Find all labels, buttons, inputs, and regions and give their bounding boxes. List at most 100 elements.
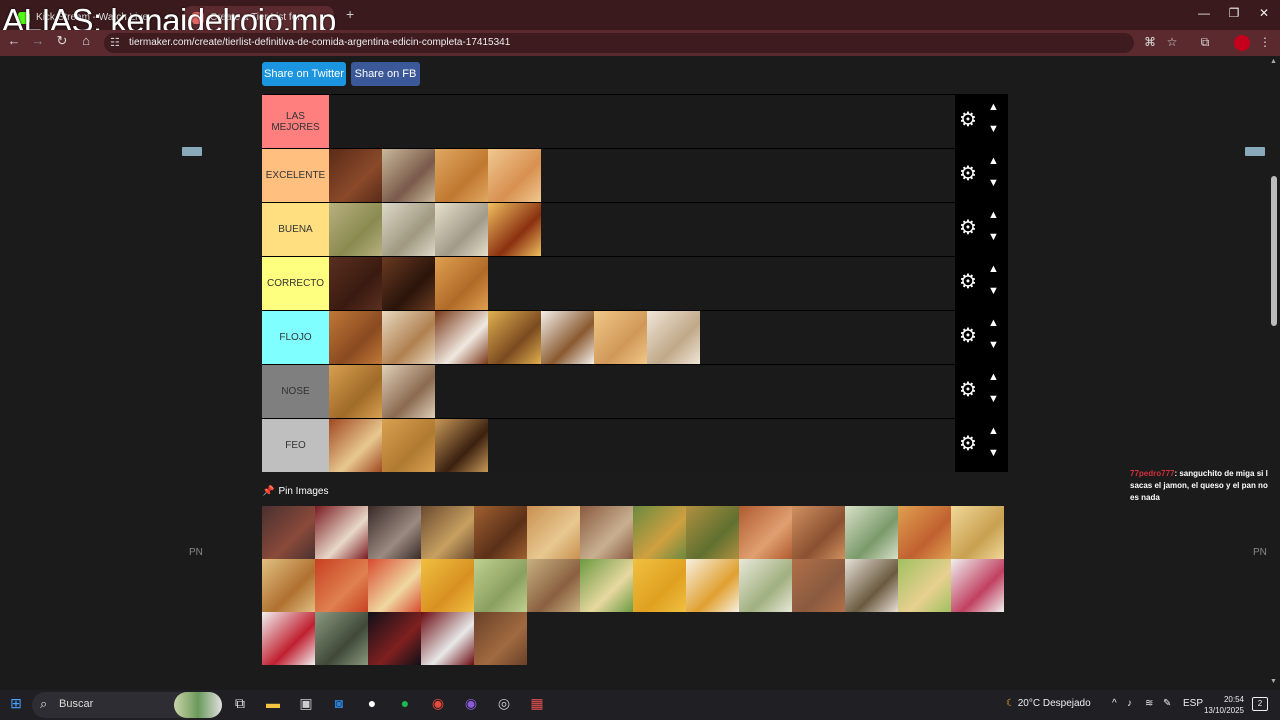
food-image-provoleta[interactable] — [421, 506, 474, 559]
new-tab-icon[interactable]: + — [346, 6, 354, 22]
page-scrollbar[interactable]: ▲ ▼ — [1268, 56, 1280, 690]
gear-icon[interactable]: ⚙ — [959, 272, 977, 292]
food-image-lasagna[interactable] — [527, 559, 580, 612]
scrollbar-thumb[interactable] — [1271, 176, 1277, 326]
profile-avatar[interactable] — [1234, 35, 1250, 51]
food-image-bombon[interactable] — [382, 257, 435, 310]
share-fb-button[interactable]: Share on FB — [351, 62, 420, 86]
food-image-choripan[interactable] — [792, 506, 845, 559]
windows-start-icon[interactable]: ⊞ — [6, 695, 26, 712]
food-image-pascualina[interactable] — [898, 559, 951, 612]
chrome-icon[interactable]: ◉ — [428, 695, 448, 712]
food-image-macarons[interactable] — [382, 203, 435, 256]
food-image-brownie[interactable] — [329, 149, 382, 202]
food-image-cazuela[interactable] — [739, 506, 792, 559]
share-twitter-button[interactable]: Share on Twitter — [262, 62, 346, 86]
menu-icon[interactable]: ⋮ — [1256, 35, 1274, 49]
food-image-huevos-rellenos[interactable] — [686, 559, 739, 612]
tier-label[interactable]: FEO — [262, 419, 329, 472]
food-image-milanesa[interactable] — [527, 506, 580, 559]
food-image-postre-chocotorta[interactable] — [435, 419, 488, 472]
food-image-arroz-con-leche[interactable] — [647, 311, 700, 364]
food-image-fernet[interactable] — [368, 612, 421, 665]
food-image-guiso-avena[interactable] — [382, 365, 435, 418]
food-image-salchichas[interactable] — [792, 559, 845, 612]
food-image-asado[interactable] — [262, 506, 315, 559]
spotify-icon[interactable]: ● — [395, 695, 415, 711]
ad-choices-icon[interactable] — [1245, 147, 1265, 156]
gear-icon[interactable]: ⚙ — [959, 164, 977, 184]
task-view-icon[interactable]: ⧉ — [230, 695, 250, 712]
back-icon[interactable]: ← — [4, 33, 24, 48]
tier-label[interactable]: FLOJO — [262, 311, 329, 364]
food-image-flan[interactable] — [488, 203, 541, 256]
chevron-up-icon[interactable]: ▲ — [988, 317, 999, 329]
food-image-pollo-asado[interactable] — [474, 506, 527, 559]
food-image-papas-fritas[interactable] — [633, 559, 686, 612]
store-icon[interactable]: ▣ — [296, 695, 316, 712]
gear-icon[interactable]: ⚙ — [959, 434, 977, 454]
chevron-down-icon[interactable]: ▼ — [988, 123, 999, 135]
obs-icon[interactable]: ◎ — [494, 695, 514, 712]
gear-icon[interactable]: ⚙ — [959, 326, 977, 346]
food-image-humita[interactable] — [845, 506, 898, 559]
reload-icon[interactable]: ↻ — [52, 33, 72, 49]
food-image-sopa[interactable] — [686, 506, 739, 559]
scroll-down-icon[interactable]: ▼ — [1270, 678, 1277, 685]
chevron-up-icon[interactable]: ▲ — [988, 371, 999, 383]
food-image-pasta-frola[interactable] — [488, 149, 541, 202]
food-image-locro[interactable] — [633, 506, 686, 559]
food-image-picada[interactable] — [580, 506, 633, 559]
food-image-chocolate-bar[interactable] — [329, 257, 382, 310]
chevron-down-icon[interactable]: ▼ — [988, 447, 999, 459]
tray-chevron-icon[interactable]: ^ — [1112, 698, 1117, 709]
chevron-up-icon[interactable]: ▲ — [988, 209, 999, 221]
food-image-sandwich-de-miga[interactable] — [435, 203, 488, 256]
home-icon[interactable]: ⌂ — [76, 33, 96, 48]
chevron-up-icon[interactable]: ▲ — [988, 263, 999, 275]
scroll-up-icon[interactable]: ▲ — [1270, 58, 1277, 65]
gear-icon[interactable]: ⚙ — [959, 380, 977, 400]
tier-label[interactable]: CORRECTO — [262, 257, 329, 310]
tier-label[interactable]: LAS MEJORES — [262, 95, 329, 148]
food-image-ensalada-rusa[interactable] — [739, 559, 792, 612]
bookmark-star-icon[interactable]: ☆ — [1163, 35, 1181, 49]
sc-app-icon[interactable]: ● — [362, 695, 382, 711]
app-icon[interactable]: ▦ — [527, 695, 547, 712]
discord-icon[interactable]: ◉ — [461, 695, 481, 712]
food-image-empanadas[interactable] — [329, 365, 382, 418]
ad-choices-icon[interactable] — [182, 147, 202, 156]
extensions-icon[interactable]: ⧉ — [1196, 35, 1214, 50]
chevron-up-icon[interactable]: ▲ — [988, 101, 999, 113]
food-image-morcilla[interactable] — [368, 506, 421, 559]
outlook-icon[interactable]: ◙ — [329, 695, 349, 711]
food-image-tortilla[interactable] — [421, 559, 474, 612]
food-image-pizza-muzza[interactable] — [368, 559, 421, 612]
chevron-down-icon[interactable]: ▼ — [988, 285, 999, 297]
food-image-torta-merengue[interactable] — [541, 311, 594, 364]
chevron-up-icon[interactable]: ▲ — [988, 425, 999, 437]
food-image-chipa[interactable] — [474, 559, 527, 612]
close-window-icon[interactable]: ✕ — [1254, 6, 1274, 20]
food-image-fugazzeta[interactable] — [951, 506, 1004, 559]
food-image-pizza[interactable] — [898, 506, 951, 559]
site-info-icon[interactable]: ☷ — [110, 36, 120, 49]
food-image-pan-relleno[interactable] — [382, 311, 435, 364]
translate-icon[interactable]: ⌘ — [1141, 35, 1159, 49]
chevron-down-icon[interactable]: ▼ — [988, 339, 999, 351]
food-image-torta-frutos-rojos[interactable] — [315, 506, 368, 559]
file-explorer-icon[interactable]: ▬ — [263, 695, 283, 711]
tier-label[interactable]: BUENA — [262, 203, 329, 256]
wifi-icon[interactable]: ≋ — [1145, 698, 1153, 709]
food-image-tarta-de-membrillo[interactable] — [329, 419, 382, 472]
food-image-medialunas-basket[interactable] — [435, 149, 488, 202]
food-image-matambre[interactable] — [845, 559, 898, 612]
food-image-vino-tinto[interactable] — [421, 612, 474, 665]
food-image-tortas-fritas[interactable] — [594, 311, 647, 364]
food-image-tamales[interactable] — [329, 203, 382, 256]
gear-icon[interactable]: ⚙ — [959, 110, 977, 130]
weather-widget[interactable]: ☾ 20°C Despejado — [1006, 698, 1091, 709]
food-image-ravioles[interactable] — [262, 559, 315, 612]
food-image-bolitas-fritas[interactable] — [435, 311, 488, 364]
chevron-down-icon[interactable]: ▼ — [988, 231, 999, 243]
